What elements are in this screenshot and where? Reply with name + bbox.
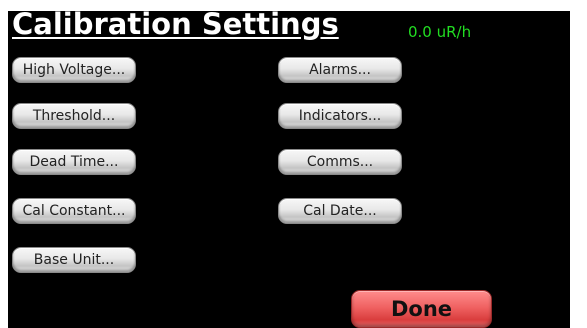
- alarms-button[interactable]: Alarms...: [278, 57, 402, 83]
- high-voltage-button[interactable]: High Voltage...: [12, 57, 136, 83]
- dead-time-button[interactable]: Dead Time...: [12, 149, 136, 175]
- indicators-button[interactable]: Indicators...: [278, 103, 402, 129]
- done-button[interactable]: Done: [351, 290, 492, 328]
- page-title: Calibration Settings: [12, 7, 339, 41]
- base-unit-button[interactable]: Base Unit...: [12, 247, 136, 273]
- cal-date-button[interactable]: Cal Date...: [278, 198, 402, 224]
- cal-constant-button[interactable]: Cal Constant...: [12, 198, 136, 224]
- threshold-button[interactable]: Threshold...: [12, 103, 136, 129]
- comms-button[interactable]: Comms...: [278, 149, 402, 175]
- dose-rate-reading: 0.0 uR/h: [408, 23, 472, 41]
- calibration-screen: Calibration Settings 0.0 uR/h High Volta…: [8, 7, 570, 328]
